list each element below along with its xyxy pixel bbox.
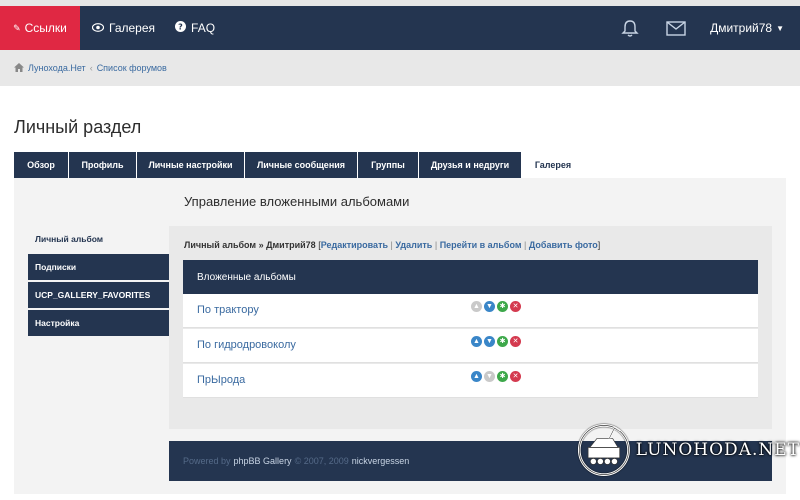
settings-gear-icon[interactable]: ✱ [497,371,508,382]
faq-nav-link[interactable]: ? FAQ [175,6,215,50]
sidebar-item-settings[interactable]: Настройка [28,310,169,336]
tab-overview[interactable]: Обзор [14,152,68,178]
tab-gallery[interactable]: Галерея [522,152,584,178]
album-path: Личный альбом » Дмитрий78 [Редактировать… [184,240,600,250]
username: Дмитрий78 [710,21,773,35]
envelope-icon[interactable] [664,16,688,40]
breadcrumb-separator: ‹ [89,63,93,73]
svg-text:?: ? [178,23,183,32]
table-row: По трактору ▲ ▼ ✱ ✕ [183,294,758,328]
bracket-close: ] [597,240,601,250]
sidebar-item-subscriptions[interactable]: Подписки [28,254,169,280]
sidebar: Личный альбом Подписки UCP_GALLERY_FAVOR… [28,226,169,338]
table-row: ПрЫрода ▲ ▼ ✱ ✕ [183,364,758,398]
watermark: LUNOHODA.NET [574,410,800,490]
faq-nav-label: FAQ [191,21,216,35]
section-title: Управление вложенными альбомами [184,194,410,209]
go-to-album-link[interactable]: Перейти в альбом [440,240,522,250]
row-controls: ▲ ▼ ✱ ✕ [471,371,521,382]
delete-icon[interactable]: ✕ [510,336,521,347]
settings-gear-icon[interactable]: ✱ [497,301,508,312]
topbar-right: Дмитрий78 ▼ [618,6,800,50]
sidebar-item-personal-album[interactable]: Личный альбом [28,226,169,252]
move-down-icon: ▼ [484,371,495,382]
table-row: По гидродровоколу ▲ ▼ ✱ ✕ [183,329,758,363]
links-label: Ссылки [24,21,67,35]
edit-album-link[interactable]: Редактировать [321,240,388,250]
chevron-down-icon: ▼ [776,23,784,33]
home-icon [14,62,24,74]
tab-friends-foes[interactable]: Друзья и недруги [419,152,521,178]
top-navbar: ✎ Ссылки Галерея ? FAQ Дмитрий78 ▼ [0,0,800,50]
tab-groups[interactable]: Группы [358,152,418,178]
subalbum-link[interactable]: По трактору [197,304,259,316]
delete-icon[interactable]: ✕ [510,371,521,382]
links-button[interactable]: ✎ Ссылки [0,6,80,50]
delete-album-link[interactable]: Удалить [395,240,432,250]
eye-icon [91,21,105,35]
album-path-prefix: Личный альбом » Дмитрий78 [184,240,316,250]
breadcrumb-forums-link[interactable]: Список форумов [97,63,167,73]
breadcrumb: Лунохода.Нет ‹ Список форумов [0,50,800,86]
user-menu[interactable]: Дмитрий78 ▼ [710,21,784,35]
ucp-tabs: Обзор Профиль Личные настройки Личные со… [14,152,584,178]
gallery-nav-link[interactable]: Галерея [91,6,156,50]
delete-icon[interactable]: ✕ [510,301,521,312]
tab-preferences[interactable]: Личные настройки [137,152,244,178]
row-controls: ▲ ▼ ✱ ✕ [471,336,521,347]
footer-author-link[interactable]: nickvergessen [352,456,410,466]
add-photo-link[interactable]: Добавить фото [529,240,598,250]
bell-icon[interactable] [618,16,642,40]
subalbum-link[interactable]: По гидродровоколу [197,339,296,351]
tab-private-messages[interactable]: Личные сообщения [245,152,357,178]
settings-gear-icon[interactable]: ✱ [497,336,508,347]
lunokhod-logo-icon [577,424,630,476]
tab-profile[interactable]: Профиль [69,152,136,178]
page-title: Личный раздел [14,117,142,137]
move-up-icon[interactable]: ▲ [471,371,482,382]
move-up-icon[interactable]: ▲ [471,336,482,347]
row-controls: ▲ ▼ ✱ ✕ [471,301,521,312]
move-down-icon[interactable]: ▼ [484,301,495,312]
subalbum-link[interactable]: ПрЫрода [197,374,245,386]
question-icon: ? [175,21,187,35]
footer-powered: Powered by [183,456,231,466]
gallery-nav-label: Галерея [109,21,156,35]
subalbums-table-header: Вложенные альбомы [183,260,758,294]
footer-gallery-link[interactable]: phpBB Gallery [234,456,292,466]
sidebar-item-favorites[interactable]: UCP_GALLERY_FAVORITES [28,282,169,308]
move-up-icon: ▲ [471,301,482,312]
watermark-text: LUNOHODA.NET [635,440,800,460]
breadcrumb-home-link[interactable]: Лунохода.Нет [28,63,86,73]
move-down-icon[interactable]: ▼ [484,336,495,347]
footer-copyright: © 2007, 2009 [294,456,349,466]
links-icon: ✎ [13,22,21,33]
